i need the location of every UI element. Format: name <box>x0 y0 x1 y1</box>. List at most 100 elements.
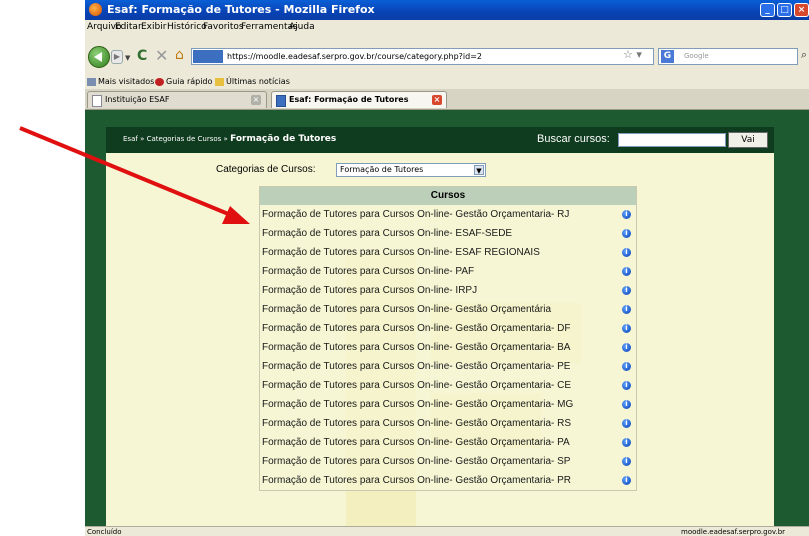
window-title: Esaf: Formação de Tutores - Mozilla Fire… <box>107 3 375 16</box>
info-icon[interactable]: i <box>622 267 631 276</box>
course-link[interactable]: Formação de Tutores para Cursos On-line-… <box>262 456 570 467</box>
info-icon[interactable]: i <box>622 324 631 333</box>
firefox-icon <box>89 3 102 16</box>
course-link[interactable]: Formação de Tutores para Cursos On-line-… <box>262 266 474 277</box>
search-courses-input[interactable] <box>618 133 726 147</box>
category-select[interactable]: Formação de Tutores ▼ <box>336 163 486 177</box>
reload-button[interactable]: C <box>137 48 147 64</box>
moodle-icon <box>276 95 286 107</box>
course-link[interactable]: Formação de Tutores para Cursos On-line-… <box>262 247 540 258</box>
course-link[interactable]: Formação de Tutores para Cursos On-line-… <box>262 323 570 334</box>
course-link[interactable]: Formação de Tutores para Cursos On-line-… <box>262 437 570 448</box>
course-row: Formação de Tutores para Cursos On-line-… <box>260 205 636 224</box>
course-link[interactable]: Formação de Tutores para Cursos On-line-… <box>262 304 551 315</box>
course-row: Formação de Tutores para Cursos On-line-… <box>260 262 636 281</box>
history-dropdown-icon[interactable]: ▼ <box>125 54 130 62</box>
back-button[interactable] <box>88 46 110 68</box>
course-row: Formação de Tutores para Cursos On-line-… <box>260 281 636 300</box>
chevron-down-icon[interactable]: ▼ <box>474 165 484 175</box>
rss-folder-icon <box>215 77 224 86</box>
tab-strip: Instituição ESAF × Esaf: Formação de Tut… <box>85 89 809 110</box>
tab-close-icon[interactable]: × <box>432 95 442 105</box>
course-link[interactable]: Formação de Tutores para Cursos On-line-… <box>262 475 571 486</box>
info-icon[interactable]: i <box>622 248 631 257</box>
bookmark-mais-visitados[interactable]: Mais visitados <box>87 77 154 86</box>
course-row: Formação de Tutores para Cursos On-line-… <box>260 452 636 471</box>
google-icon[interactable]: G <box>661 50 674 63</box>
browser-window: Esaf: Formação de Tutores - Mozilla Fire… <box>85 0 809 536</box>
courses-header: Cursos <box>260 187 636 205</box>
info-icon[interactable]: i <box>622 343 631 352</box>
search-go-button[interactable]: Vai <box>728 132 768 148</box>
search-placeholder: Google <box>684 52 709 60</box>
menu-exibir[interactable]: Exibir <box>141 22 166 32</box>
menu-favoritos[interactable]: Favoritos <box>203 22 244 32</box>
course-row: Formação de Tutores para Cursos On-line-… <box>260 414 636 433</box>
close-button[interactable]: × <box>794 3 809 17</box>
course-row: Formação de Tutores para Cursos On-line-… <box>260 224 636 243</box>
category-selected-value: Formação de Tutores <box>340 165 424 174</box>
menu-editar[interactable]: Editar <box>115 22 142 32</box>
minimize-button[interactable]: _ <box>760 3 775 17</box>
bookmark-ultimas-noticias[interactable]: Últimas notícias <box>215 77 290 86</box>
course-link[interactable]: Formação de Tutores para Cursos On-line-… <box>262 380 571 391</box>
info-icon[interactable]: i <box>622 210 631 219</box>
menu-bar: Arquivo Editar Exibir Histórico Favorito… <box>85 20 809 35</box>
category-label: Categorias de Cursos: <box>216 164 316 175</box>
home-button[interactable]: ⌂ <box>175 47 184 63</box>
course-link[interactable]: Formação de Tutores para Cursos On-line-… <box>262 209 569 220</box>
info-icon[interactable]: i <box>622 305 631 314</box>
tab-close-icon[interactable]: × <box>251 95 261 105</box>
course-link[interactable]: Formação de Tutores para Cursos On-line-… <box>262 228 512 239</box>
search-courses-label: Buscar cursos: <box>537 133 610 145</box>
breadcrumb-home-link[interactable]: Esaf <box>123 135 138 143</box>
course-link[interactable]: Formação de Tutores para Cursos On-line-… <box>262 342 570 353</box>
info-icon[interactable]: i <box>622 457 631 466</box>
maximize-button[interactable]: □ <box>777 3 792 17</box>
bookmark-star-icon[interactable]: ☆ ▾ <box>623 48 642 61</box>
course-row: Formação de Tutores para Cursos On-line-… <box>260 338 636 357</box>
title-bar: Esaf: Formação de Tutores - Mozilla Fire… <box>85 0 809 20</box>
menu-ajuda[interactable]: Ajuda <box>289 22 315 32</box>
breadcrumb-categorias-link[interactable]: Categorias de Cursos <box>147 135 222 143</box>
course-link[interactable]: Formação de Tutores para Cursos On-line-… <box>262 285 477 296</box>
course-row: Formação de Tutores para Cursos On-line-… <box>260 319 636 338</box>
info-icon[interactable]: i <box>622 476 631 485</box>
info-icon[interactable]: i <box>622 438 631 447</box>
bookmark-guia-rapido[interactable]: Guia rápido <box>155 77 212 86</box>
page-viewport: Esaf » Categorias de Cursos » Formação d… <box>85 110 809 526</box>
course-row: Formação de Tutores para Cursos On-line-… <box>260 243 636 262</box>
tab-formacao-tutores[interactable]: Esaf: Formação de Tutores × <box>271 91 447 108</box>
course-link[interactable]: Formação de Tutores para Cursos On-line-… <box>262 418 571 429</box>
url-text: https://moodle.eadesaf.serpro.gov.br/cou… <box>227 52 483 61</box>
course-row: Formação de Tutores para Cursos On-line-… <box>260 471 636 490</box>
site-identity-icon[interactable] <box>193 50 223 63</box>
menu-historico[interactable]: Histórico <box>167 22 207 32</box>
info-icon[interactable]: i <box>622 362 631 371</box>
tab-instituicao-esaf[interactable]: Instituição ESAF × <box>87 91 267 108</box>
status-host: moodle.eadesaf.serpro.gov.br <box>681 528 786 536</box>
bookmarks-toolbar: Mais visitados Guia rápido Últimas notíc… <box>85 75 809 89</box>
info-icon[interactable]: i <box>622 381 631 390</box>
info-icon[interactable]: i <box>622 229 631 238</box>
page-icon <box>92 95 102 107</box>
breadcrumb: Esaf » Categorias de Cursos » Formação d… <box>123 134 337 144</box>
course-row: Formação de Tutores para Cursos On-line-… <box>260 395 636 414</box>
info-icon[interactable]: i <box>622 419 631 428</box>
main-content: Categorias de Cursos: Formação de Tutore… <box>106 153 774 526</box>
info-icon[interactable]: i <box>622 286 631 295</box>
folder-icon <box>87 77 96 86</box>
course-row: Formação de Tutores para Cursos On-line-… <box>260 357 636 376</box>
course-row: Formação de Tutores para Cursos On-line-… <box>260 376 636 395</box>
courses-table: Cursos Formação de Tutores para Cursos O… <box>259 186 637 491</box>
course-link[interactable]: Formação de Tutores para Cursos On-line-… <box>262 399 573 410</box>
info-icon[interactable]: i <box>622 400 631 409</box>
search-box[interactable]: G Google <box>658 48 798 65</box>
forward-button[interactable]: ▶ <box>111 50 123 64</box>
course-row: Formação de Tutores para Cursos On-line-… <box>260 433 636 452</box>
address-bar[interactable]: https://moodle.eadesaf.serpro.gov.br/cou… <box>191 48 654 65</box>
stop-button[interactable]: ✕ <box>155 46 168 65</box>
status-text: Concluído <box>87 528 122 536</box>
course-link[interactable]: Formação de Tutores para Cursos On-line-… <box>262 361 570 372</box>
search-icon[interactable]: ⌕ <box>801 48 807 62</box>
